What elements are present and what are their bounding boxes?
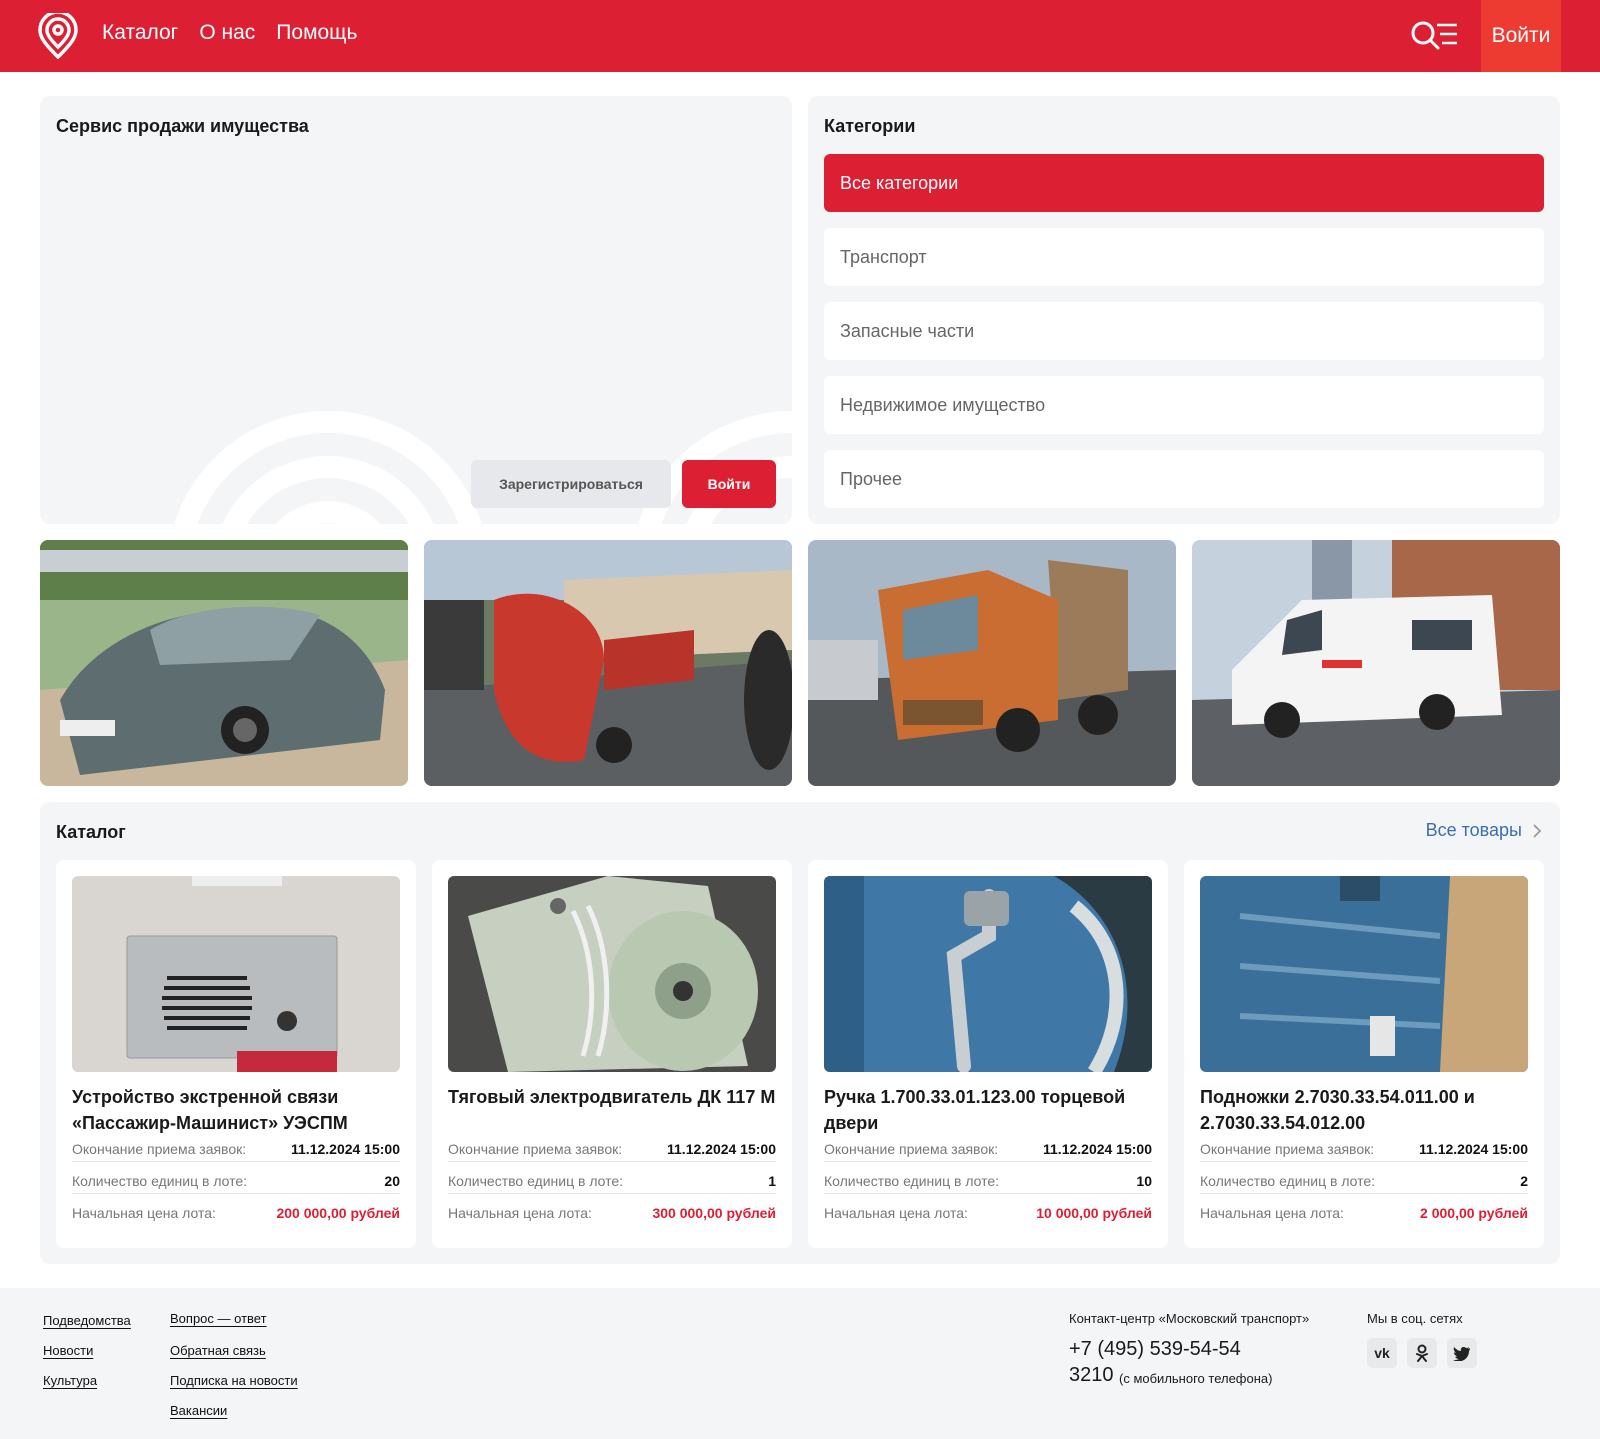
product-card[interactable]: Ручка 1.700.33.01.123.00 торцевой двери …: [808, 860, 1168, 1248]
footer: Подведомства Новости Культура Вопрос — о…: [0, 1288, 1600, 1439]
hero-panel: Сервис продажи имущества Зарегистрироват…: [40, 96, 792, 524]
price-label: Начальная цена лота:: [72, 1205, 216, 1221]
footer-link-culture[interactable]: Культура: [43, 1373, 97, 1388]
social-title: Мы в соц. сетях: [1367, 1311, 1463, 1326]
footer-link-vacancies[interactable]: Вакансии: [170, 1403, 227, 1418]
deadline-row: Окончание приема заявок: 11.12.2024 15:0…: [72, 1136, 400, 1162]
product-card[interactable]: Устройство экстренной связи «Пассажир-Ма…: [56, 860, 416, 1248]
category-all[interactable]: Все категории: [824, 154, 1544, 212]
deadline-value: 11.12.2024 15:00: [291, 1140, 400, 1157]
product-title[interactable]: Ручка 1.700.33.01.123.00 торцевой двери: [824, 1084, 1152, 1136]
twitter-icon[interactable]: [1447, 1338, 1477, 1368]
price-value: 300 000,00 рублей: [652, 1205, 776, 1221]
quantity-row: Количество единиц в лоте: 20: [72, 1168, 400, 1194]
ok-icon[interactable]: [1407, 1338, 1437, 1368]
footer-link-faq[interactable]: Вопрос — ответ: [170, 1311, 267, 1326]
quantity-value: 1: [768, 1172, 776, 1189]
all-goods-link[interactable]: Все товары: [1426, 820, 1542, 841]
catalog-section: Каталог Все товары Устройство экстренной…: [40, 802, 1560, 1264]
quantity-label: Количество единиц в лоте:: [1200, 1172, 1376, 1189]
short-number[interactable]: 3210: [1069, 1364, 1114, 1387]
categories-panel: Категории Все категории Транспорт Запасн…: [808, 96, 1560, 524]
gallery-image-car[interactable]: [40, 540, 408, 786]
hero-title: Сервис продажи имущества: [56, 116, 309, 136]
quantity-label: Количество единиц в лоте:: [448, 1172, 624, 1189]
contact-center-title: Контакт-центр «Московский транспорт»: [1069, 1311, 1310, 1326]
price-label: Начальная цена лота:: [448, 1205, 592, 1221]
deadline-row: Окончание приема заявок: 11.12.2024 15:0…: [448, 1136, 776, 1162]
quantity-row: Количество единиц в лоте: 2: [1200, 1168, 1528, 1194]
price-row: Начальная цена лота: 10 000,00 рублей: [824, 1200, 1152, 1226]
search-menu-icon[interactable]: [1410, 19, 1460, 53]
hero-login-button[interactable]: Войти: [682, 460, 776, 508]
category-real-estate[interactable]: Недвижимое имущество: [824, 376, 1544, 434]
product-image[interactable]: [448, 876, 776, 1072]
footer-link-subscribe[interactable]: Подписка на новости: [170, 1373, 298, 1388]
product-card[interactable]: Тяговый электродвигатель ДК 117 М Оконча…: [432, 860, 792, 1248]
product-title[interactable]: Подножки 2.7030.33.54.011.00 и 2.7030.33…: [1200, 1084, 1528, 1136]
vk-icon[interactable]: vk: [1367, 1338, 1397, 1368]
product-title[interactable]: Тяговый электродвигатель ДК 117 М: [448, 1084, 776, 1110]
categories-title: Категории: [824, 116, 916, 136]
register-button[interactable]: Зарегистрироваться: [471, 460, 671, 508]
nav-help[interactable]: Помощь: [276, 20, 357, 46]
footer-link-subordinates[interactable]: Подведомства: [43, 1313, 131, 1328]
deadline-row: Окончание приема заявок: 11.12.2024 15:0…: [824, 1136, 1152, 1162]
gallery-image-ambulance[interactable]: [1192, 540, 1560, 786]
deadline-label: Окончание приема заявок:: [72, 1140, 247, 1157]
all-goods-label: Все товары: [1425, 820, 1522, 840]
price-row: Начальная цена лота: 2 000,00 рублей: [1200, 1200, 1528, 1226]
price-label: Начальная цена лота:: [1200, 1205, 1344, 1221]
quantity-value: 10: [1136, 1172, 1152, 1189]
deadline-row: Окончание приема заявок: 11.12.2024 15:0…: [1200, 1136, 1528, 1162]
chevron-right-icon: [1533, 823, 1542, 838]
nav-catalog[interactable]: Каталог: [102, 20, 178, 46]
footer-link-news[interactable]: Новости: [43, 1343, 93, 1358]
product-image[interactable]: [824, 876, 1152, 1072]
deadline-value: 11.12.2024 15:00: [1419, 1140, 1528, 1157]
header-login-button[interactable]: Войти: [1481, 0, 1561, 72]
price-label: Начальная цена лота:: [824, 1205, 968, 1221]
product-image[interactable]: [72, 876, 400, 1072]
price-value: 2 000,00 рублей: [1420, 1205, 1528, 1221]
category-spare-parts[interactable]: Запасные части: [824, 302, 1544, 360]
catalog-title: Каталог: [56, 822, 126, 842]
quantity-label: Количество единиц в лоте:: [824, 1172, 1000, 1189]
quantity-value: 20: [384, 1172, 400, 1189]
deadline-label: Окончание приема заявок:: [824, 1140, 999, 1157]
category-transport[interactable]: Транспорт: [824, 228, 1544, 286]
price-row: Начальная цена лота: 300 000,00 рублей: [448, 1200, 776, 1226]
product-title[interactable]: Устройство экстренной связи «Пассажир-Ма…: [72, 1084, 400, 1136]
product-card[interactable]: Подножки 2.7030.33.54.011.00 и 2.7030.33…: [1184, 860, 1544, 1248]
quantity-row: Количество единиц в лоте: 10: [824, 1168, 1152, 1194]
footer-link-feedback[interactable]: Обратная связь: [170, 1343, 266, 1358]
price-row: Начальная цена лота: 200 000,00 рублей: [72, 1200, 400, 1226]
nav-about[interactable]: О нас: [199, 20, 255, 46]
deadline-value: 11.12.2024 15:00: [667, 1140, 776, 1157]
quantity-row: Количество единиц в лоте: 1: [448, 1168, 776, 1194]
gallery-image-sweeper[interactable]: [424, 540, 792, 786]
header: Каталог О нас Помощь Войти: [0, 0, 1600, 72]
price-value: 10 000,00 рублей: [1036, 1205, 1152, 1221]
deadline-value: 11.12.2024 15:00: [1043, 1140, 1152, 1157]
category-other[interactable]: Прочее: [824, 450, 1544, 508]
gallery-image-dump-truck[interactable]: [808, 540, 1176, 786]
contact-phone[interactable]: +7 (495) 539-54-54: [1069, 1338, 1241, 1361]
quantity-label: Количество единиц в лоте:: [72, 1172, 248, 1189]
short-number-note: (с мобильного телефона): [1119, 1371, 1273, 1386]
price-value: 200 000,00 рублей: [276, 1205, 400, 1221]
deadline-label: Окончание приема заявок:: [1200, 1140, 1375, 1157]
main-nav: Каталог О нас Помощь: [102, 20, 357, 46]
product-image[interactable]: [1200, 876, 1528, 1072]
logo-icon[interactable]: [38, 13, 78, 59]
deadline-label: Окончание приема заявок:: [448, 1140, 623, 1157]
quantity-value: 2: [1520, 1172, 1528, 1189]
decorative-arcs-icon: [174, 411, 792, 524]
